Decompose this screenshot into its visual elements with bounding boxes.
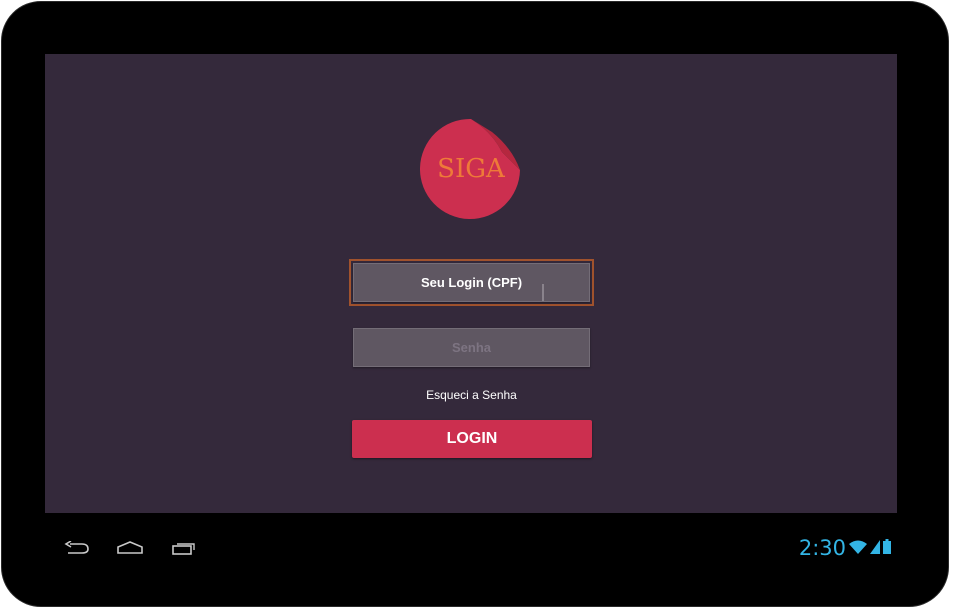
app-screen: SIGA Seu Login (CPF) Senha Esqueci a Sen… — [45, 54, 897, 513]
back-icon[interactable] — [64, 540, 90, 559]
clock-time: 2:30 — [798, 536, 846, 560]
status-area: 2:30 — [799, 536, 891, 560]
password-input[interactable]: Senha — [353, 328, 590, 367]
siga-logo: SIGA — [420, 118, 522, 220]
tablet-frame: SIGA Seu Login (CPF) Senha Esqueci a Sen… — [1, 1, 949, 607]
login-button[interactable]: LOGIN — [352, 420, 592, 458]
password-placeholder: Senha — [451, 340, 491, 355]
system-navigation-bar: 2:30 — [45, 518, 897, 578]
recent-apps-icon[interactable] — [171, 540, 197, 559]
home-icon[interactable] — [116, 540, 144, 559]
logo-text: SIGA — [437, 154, 505, 184]
text-cursor — [542, 284, 544, 301]
forgot-password-link[interactable]: Esqueci a Senha — [353, 388, 590, 402]
login-button-label: LOGIN — [446, 430, 498, 447]
login-cpf-input[interactable]: Seu Login (CPF) — [353, 263, 590, 302]
login-cpf-placeholder: Seu Login (CPF) — [420, 275, 523, 290]
signal-icon — [870, 539, 880, 558]
battery-icon — [883, 538, 891, 558]
wifi-icon — [849, 539, 867, 558]
